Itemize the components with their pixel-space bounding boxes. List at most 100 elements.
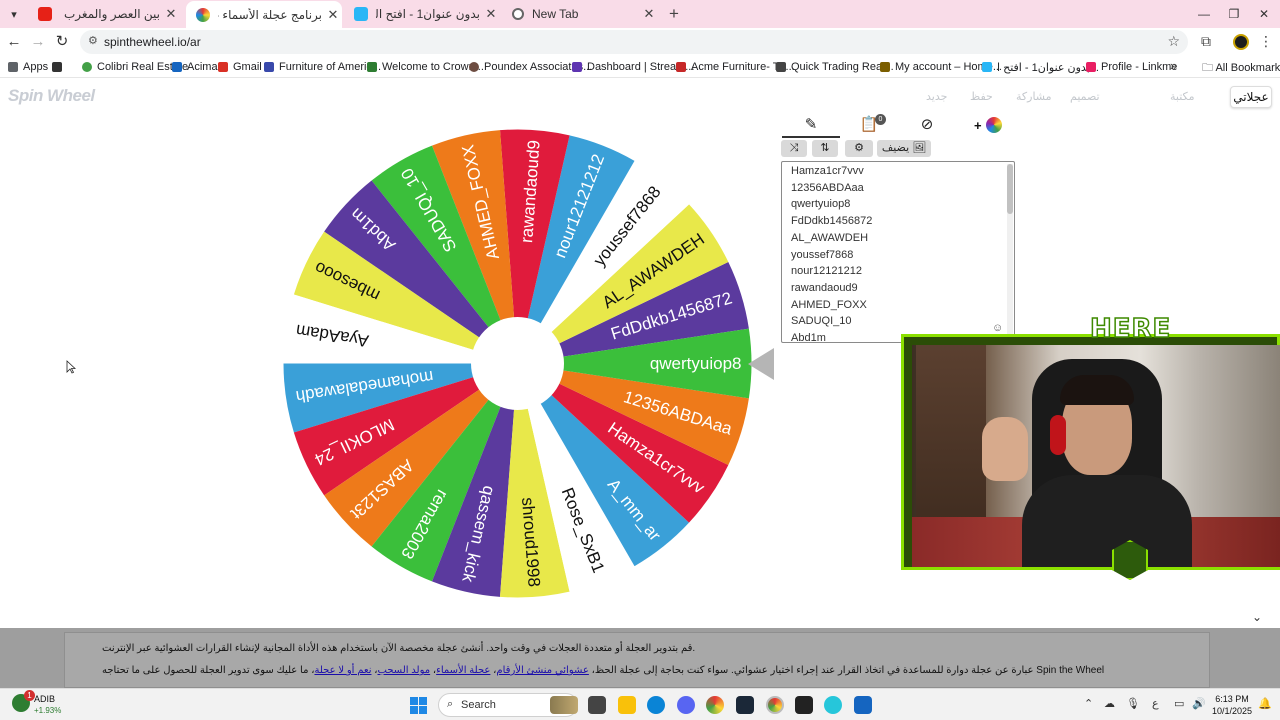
entry-line[interactable]: FdDdkb1456872 <box>791 215 872 227</box>
window-app-icon[interactable] <box>854 696 872 714</box>
close-window-icon[interactable]: ✕ <box>1249 4 1279 24</box>
more-menu-icon[interactable]: ⋮ <box>1256 33 1276 50</box>
entry-line[interactable]: Abd1m <box>791 332 826 342</box>
notification-bell-icon[interactable]: 🔔 <box>1258 697 1272 710</box>
settings-gear-icon[interactable]: ⚙ <box>845 140 873 157</box>
new-tab-plus-icon[interactable]: + <box>664 4 684 24</box>
tab-spinwheel[interactable]: برنامج عجلة الأسماء - أداة مخصصة ✕ <box>186 1 342 28</box>
color-palette-icon[interactable] <box>986 117 1002 133</box>
acme-icon <box>676 62 686 72</box>
entry-line[interactable]: qwertyuiop8 <box>791 198 850 210</box>
tray-overflow-icon[interactable]: ⌃ <box>1084 697 1093 710</box>
entries-scrollbar-thumb[interactable] <box>1007 164 1013 214</box>
shuffle-icon[interactable]: ⤨ <box>781 140 807 157</box>
bookmark-grid[interactable] <box>52 59 67 75</box>
bookmark-item[interactable]: Welcome to Crown... <box>367 59 484 75</box>
entries-textarea[interactable]: Hamza1cr7vvv 12356ABDAaa qwertyuiop8 FdDdkb… <box>781 161 1015 343</box>
crown-icon <box>367 62 377 72</box>
file-explorer-icon[interactable] <box>618 696 636 714</box>
close-tab-icon[interactable]: ✕ <box>640 6 658 22</box>
my-wheels-button[interactable]: عجلاتي <box>1230 86 1272 108</box>
bookmark-item[interactable]: Furniture of Americ... <box>264 59 381 75</box>
forward-arrow-icon[interactable]: → <box>28 32 48 52</box>
task-view-icon[interactable] <box>588 696 606 714</box>
onedrive-cloud-icon[interactable]: ☁ <box>1104 697 1115 710</box>
bookmark-item[interactable]: بدون عنوان1 - افتح ا... <box>982 59 1099 75</box>
site-logo[interactable]: Spin Wheel <box>8 86 95 106</box>
steam-icon[interactable] <box>736 696 754 714</box>
microphone-icon[interactable]: 🎙 <box>1126 697 1140 710</box>
linkme-icon <box>1086 62 1096 72</box>
site-info-icon[interactable]: ⚙ <box>88 34 98 47</box>
bookmark-item[interactable]: Acima <box>172 59 218 75</box>
spin-wheel[interactable]: FdDdkb1456872AL_AWAWDEHyoussef7868nour12… <box>280 126 755 601</box>
menu-new[interactable]: جديد <box>926 90 947 103</box>
wheel-center-hub[interactable] <box>471 317 564 410</box>
tab-untitled[interactable]: بدون عنوان1 - افتح الصندوق ✕ <box>344 2 500 26</box>
minimize-icon[interactable]: — <box>1189 4 1219 24</box>
entry-line[interactable]: AL_AWAWDEH <box>791 232 868 244</box>
profile-avatar[interactable] <box>1233 34 1249 50</box>
bookmark-item[interactable]: Profile - Linkme <box>1086 59 1177 75</box>
discord-icon[interactable] <box>677 696 695 714</box>
link-draw-generator[interactable]: مولد السحب <box>378 665 431 676</box>
bookmark-item[interactable]: Quick Trading Real... <box>776 59 894 75</box>
tab-label: بين العصر والمغرب مرت لمه خيال <box>60 7 160 21</box>
start-windows-icon[interactable] <box>410 697 427 714</box>
obs-icon[interactable] <box>795 696 813 714</box>
bookmark-star-icon[interactable]: ☆ <box>1167 33 1180 50</box>
bookmark-apps[interactable]: Apps <box>8 59 48 75</box>
sort-icon[interactable]: ⇅ <box>812 140 838 157</box>
entry-line[interactable]: SADUQI_10 <box>791 315 852 327</box>
bookmarks-overflow-icon[interactable]: » <box>1170 58 1177 73</box>
system-clock[interactable]: 6:13 PM 10/1/2025 <box>1212 693 1252 717</box>
hide-eye-icon[interactable]: ⊘ <box>898 114 956 138</box>
restore-icon[interactable]: ❐ <box>1219 4 1249 24</box>
tab-new-tab[interactable]: New Tab ✕ <box>502 2 658 26</box>
network-icon[interactable]: ▭ <box>1174 697 1184 710</box>
chrome-active-icon[interactable] <box>766 696 784 714</box>
edge-icon[interactable] <box>647 696 665 714</box>
tab-search-icon[interactable]: ▾ <box>4 4 24 24</box>
acima-icon <box>172 62 182 72</box>
entry-line[interactable]: rawandaoud9 <box>791 282 858 294</box>
entry-line[interactable]: Hamza1cr7vvv <box>791 165 864 177</box>
page-icon <box>354 7 368 21</box>
link-number-generator[interactable]: عشوائي منشئ الأرقام <box>496 665 588 676</box>
edit-pencil-icon[interactable]: ✎ <box>782 114 840 138</box>
bookmark-item[interactable]: Gmail <box>218 59 262 75</box>
tab-youtube[interactable]: بين العصر والمغرب مرت لمه خيال ✕ <box>28 2 180 26</box>
menu-library[interactable]: مكتبة <box>1170 90 1195 103</box>
link-yes-no-wheel[interactable]: نعم أو لا عجلة <box>314 665 371 676</box>
entry-line[interactable]: AHMED_FOXX <box>791 299 867 311</box>
close-tab-icon[interactable]: ✕ <box>324 7 342 23</box>
volume-icon[interactable]: 🔊 <box>1192 697 1206 710</box>
add-wheel-plus-icon[interactable]: + <box>974 118 982 133</box>
tab-label: بدون عنوان1 - افتح الصندوق <box>376 7 480 21</box>
reload-icon[interactable]: ↻ <box>52 32 72 52</box>
results-clipboard-icon[interactable]: 📋 0 <box>840 114 898 138</box>
stock-widget[interactable]: 1 ADIB +1.93% <box>12 690 92 718</box>
app-icon[interactable] <box>824 696 842 714</box>
emoji-icon[interactable]: ☺ <box>992 322 1003 334</box>
entry-line[interactable]: youssef7868 <box>791 249 853 261</box>
menu-share[interactable]: مشاركة <box>1016 90 1052 103</box>
add-image-button[interactable]: يضيف 🖼 <box>877 140 931 157</box>
all-bookmarks-folder[interactable]: 🗀 All Bookmarks <box>1202 59 1280 78</box>
furniture-icon <box>264 62 274 72</box>
extensions-icon[interactable]: ⧉ <box>1196 33 1216 50</box>
close-tab-icon[interactable]: ✕ <box>482 6 500 22</box>
menu-customize[interactable]: تصميم <box>1070 90 1100 103</box>
address-bar[interactable]: ⚙ spinthewheel.io/ar ☆ <box>80 30 1188 54</box>
chrome-icon[interactable] <box>706 696 724 714</box>
search-highlight-icon[interactable] <box>550 696 578 714</box>
input-language[interactable]: ع <box>1152 697 1159 710</box>
link-names-wheel[interactable]: عجلة الأسماء <box>436 665 490 676</box>
close-tab-icon[interactable]: ✕ <box>162 6 180 22</box>
wheel-slice-label: qwertyuiop8 <box>650 354 742 373</box>
entry-line[interactable]: nour12121212 <box>791 265 862 277</box>
chevron-down-icon[interactable]: ⌄ <box>1252 610 1262 624</box>
entry-line[interactable]: 12356ABDAaa <box>791 182 864 194</box>
menu-save[interactable]: حفظ <box>970 90 993 103</box>
back-arrow-icon[interactable]: ← <box>4 32 24 52</box>
